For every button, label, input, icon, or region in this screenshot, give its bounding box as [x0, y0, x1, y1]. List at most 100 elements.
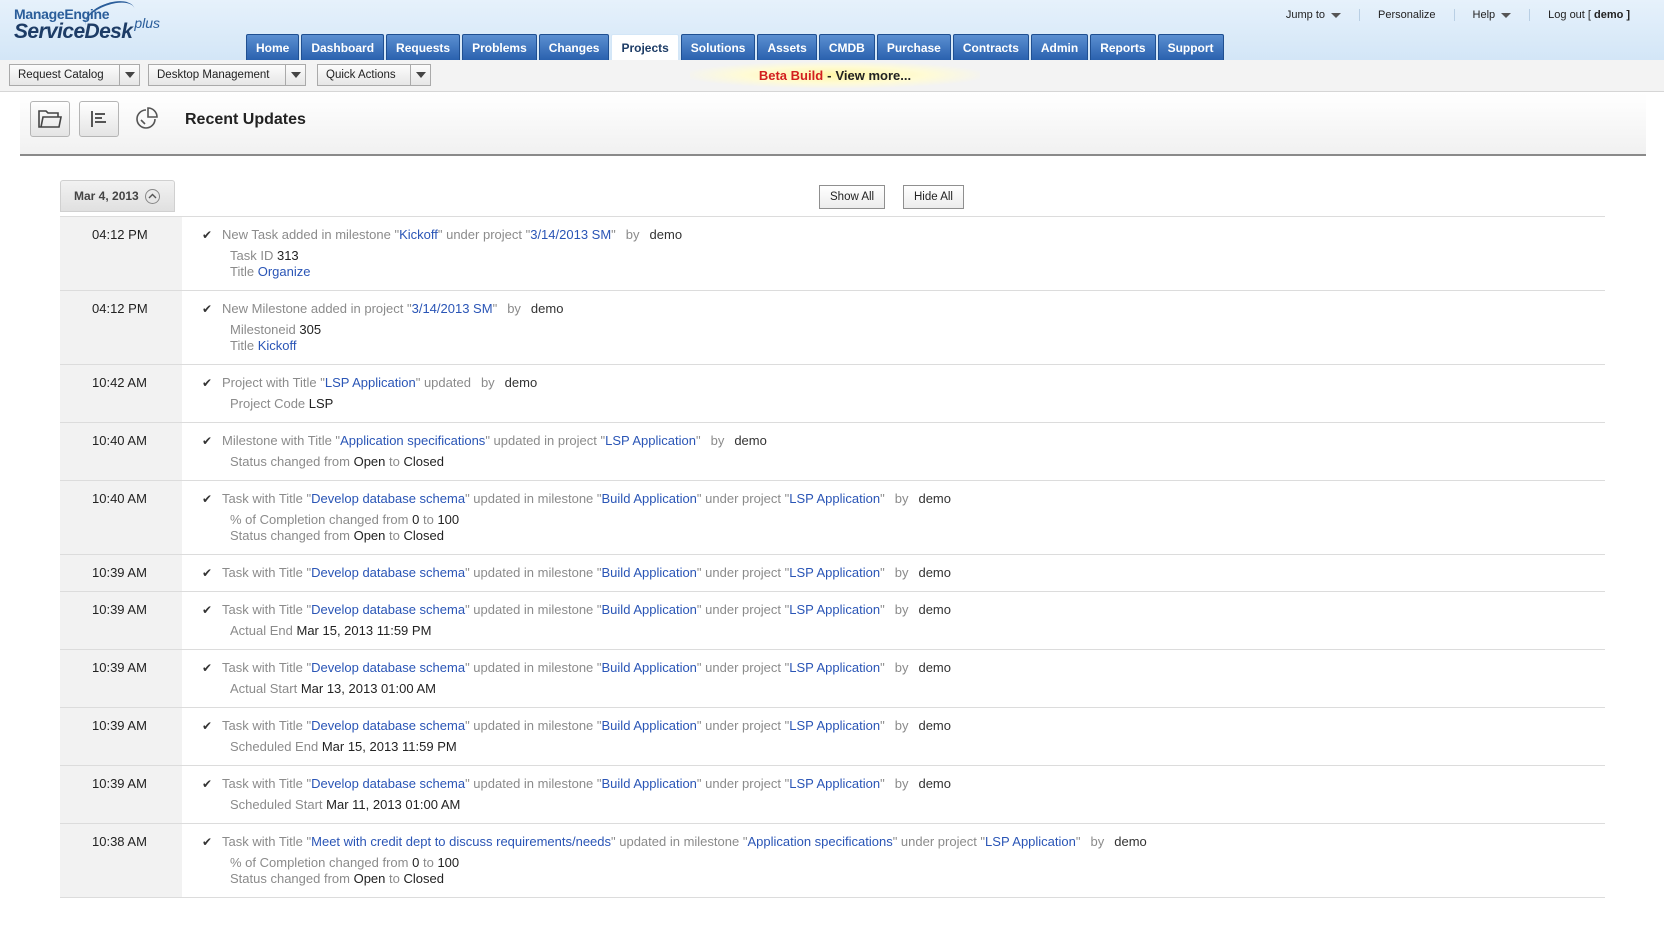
update-body: ✔ Project with Title " LSP Application " up…: [182, 365, 1605, 422]
update-text: " updated in project ": [485, 433, 606, 448]
detail-new-value: 100: [437, 512, 460, 527]
update-link[interactable]: LSP Application: [789, 491, 880, 507]
by-label: by: [625, 227, 640, 242]
update-link[interactable]: 3/14/2013 SM: [530, 227, 611, 243]
tab-assets[interactable]: Assets: [757, 34, 817, 60]
quick-actions-dropdown[interactable]: Quick Actions: [317, 64, 431, 86]
personalize-link[interactable]: Personalize: [1359, 9, 1453, 21]
detail-link[interactable]: Organize: [258, 264, 311, 279]
tab-projects[interactable]: Projects: [611, 34, 679, 60]
tab-cmdb[interactable]: CMDB: [818, 34, 875, 60]
beta-separator: -: [827, 67, 832, 83]
desktop-management-dropdown[interactable]: Desktop Management: [148, 64, 306, 86]
update-link[interactable]: LSP Application: [789, 776, 880, 792]
update-text: " updated in milestone ": [611, 834, 748, 849]
update-entry: 10:39 AM ✔ Task with Title " Develop databa…: [60, 650, 1605, 708]
detail-new-value: 100: [437, 855, 460, 870]
tab-reports[interactable]: Reports: [1090, 34, 1156, 60]
update-link[interactable]: Application specifications: [747, 834, 892, 850]
logout-link[interactable]: Log out [demo]: [1529, 9, 1648, 21]
by-label: by: [710, 433, 725, 448]
collapse-icon[interactable]: [144, 188, 160, 204]
tab-support[interactable]: Support: [1157, 34, 1224, 60]
date-group-header[interactable]: Mar 4, 2013: [60, 180, 175, 212]
update-body: ✔ Task with Title " Develop database schem…: [182, 481, 1605, 554]
tab-home[interactable]: Home: [246, 34, 300, 60]
update-link[interactable]: LSP Application: [789, 602, 880, 618]
detail-value: Mar 13, 2013 01:00 AM: [300, 681, 436, 696]
check-icon: ✔: [202, 228, 213, 242]
update-link[interactable]: Build Application: [602, 718, 697, 734]
detail-label: Scheduled End: [230, 739, 319, 754]
update-link[interactable]: Build Application: [602, 776, 697, 792]
tab-problems[interactable]: Problems: [462, 34, 537, 60]
update-text: " updated in milestone ": [465, 660, 602, 675]
list-view-button[interactable]: [79, 101, 119, 137]
update-detail: Actual End Mar 15, 2013 11:59 PM: [202, 623, 1605, 639]
update-text: " updated: [415, 375, 471, 390]
sub-toolbar: Request Catalog Desktop Management Quick…: [0, 60, 1664, 92]
update-link[interactable]: Develop database schema: [311, 602, 465, 618]
tab-purchase[interactable]: Purchase: [876, 34, 951, 60]
update-link[interactable]: Meet with credit dept to discuss require…: [311, 834, 611, 850]
update-body: ✔ Task with Title " Meet with credit dept …: [182, 824, 1605, 897]
update-link[interactable]: 3/14/2013 SM: [412, 301, 493, 317]
folder-view-button[interactable]: [30, 101, 70, 137]
request-catalog-dropdown[interactable]: Request Catalog: [9, 64, 140, 86]
chart-view-button[interactable]: [126, 101, 166, 137]
detail-link[interactable]: Kickoff: [258, 338, 297, 353]
detail-value: Open: [353, 454, 386, 469]
update-link[interactable]: Develop database schema: [311, 776, 465, 792]
update-link[interactable]: LSP Application: [605, 433, 696, 449]
update-link[interactable]: Develop database schema: [311, 718, 465, 734]
update-user: demo: [918, 718, 951, 733]
servicedesk-logo[interactable]: ManageEngine ServiceDesk plus: [14, 0, 160, 42]
tab-admin[interactable]: Admin: [1030, 34, 1089, 60]
tab-dashboard[interactable]: Dashboard: [301, 34, 385, 60]
update-user: demo: [649, 227, 683, 242]
dropdown-arrow-icon[interactable]: [285, 65, 305, 85]
by-label: by: [894, 565, 909, 580]
dropdown-arrow-icon[interactable]: [410, 65, 430, 85]
update-text: Task with Title ": [222, 718, 312, 733]
by-label: by: [894, 602, 909, 617]
by-label: by: [894, 491, 909, 506]
check-icon: ✔: [202, 661, 213, 675]
update-link[interactable]: Build Application: [602, 565, 697, 581]
update-link[interactable]: Build Application: [602, 660, 697, 676]
update-link[interactable]: LSP Application: [789, 565, 880, 581]
update-link[interactable]: LSP Application: [789, 718, 880, 734]
beta-build-banner[interactable]: Beta Build - View more...: [690, 62, 980, 88]
update-text: New Task added in milestone ": [222, 227, 400, 242]
update-body: ✔ Milestone with Title " Application speci…: [182, 423, 1605, 480]
update-link[interactable]: Develop database schema: [311, 565, 465, 581]
by-label: by: [894, 776, 909, 791]
jump-to-menu[interactable]: Jump to: [1268, 9, 1359, 21]
update-link[interactable]: Build Application: [602, 491, 697, 507]
update-entry: 10:39 AM ✔ Task with Title " Develop databa…: [60, 555, 1605, 592]
update-link[interactable]: Build Application: [602, 602, 697, 618]
update-link[interactable]: Kickoff: [399, 227, 438, 243]
help-menu[interactable]: Help: [1453, 9, 1530, 21]
tab-solutions[interactable]: Solutions: [680, 34, 756, 60]
update-link[interactable]: LSP Application: [789, 660, 880, 676]
update-link[interactable]: Develop database schema: [311, 660, 465, 676]
hide-all-button[interactable]: Hide All: [903, 185, 964, 209]
tab-requests[interactable]: Requests: [386, 34, 461, 60]
update-link[interactable]: Application specifications: [340, 433, 485, 449]
beta-build-label: Beta Build: [758, 67, 824, 83]
date-label: Mar 4, 2013: [74, 189, 139, 203]
detail-label: Actual End: [230, 623, 293, 638]
detail-value: Open: [353, 528, 386, 543]
update-text: Task with Title ": [222, 776, 312, 791]
update-entry: 10:39 AM ✔ Task with Title " Develop databa…: [60, 766, 1605, 824]
update-link[interactable]: Develop database schema: [311, 491, 465, 507]
update-link[interactable]: LSP Application: [985, 834, 1076, 850]
update-link[interactable]: LSP Application: [325, 375, 416, 391]
view-more-link[interactable]: View more...: [836, 68, 912, 83]
tab-contracts[interactable]: Contracts: [952, 34, 1029, 60]
dropdown-arrow-icon[interactable]: [119, 65, 139, 85]
update-text: Milestone with Title ": [222, 433, 341, 448]
show-all-button[interactable]: Show All: [819, 185, 886, 209]
tab-changes[interactable]: Changes: [538, 34, 610, 60]
